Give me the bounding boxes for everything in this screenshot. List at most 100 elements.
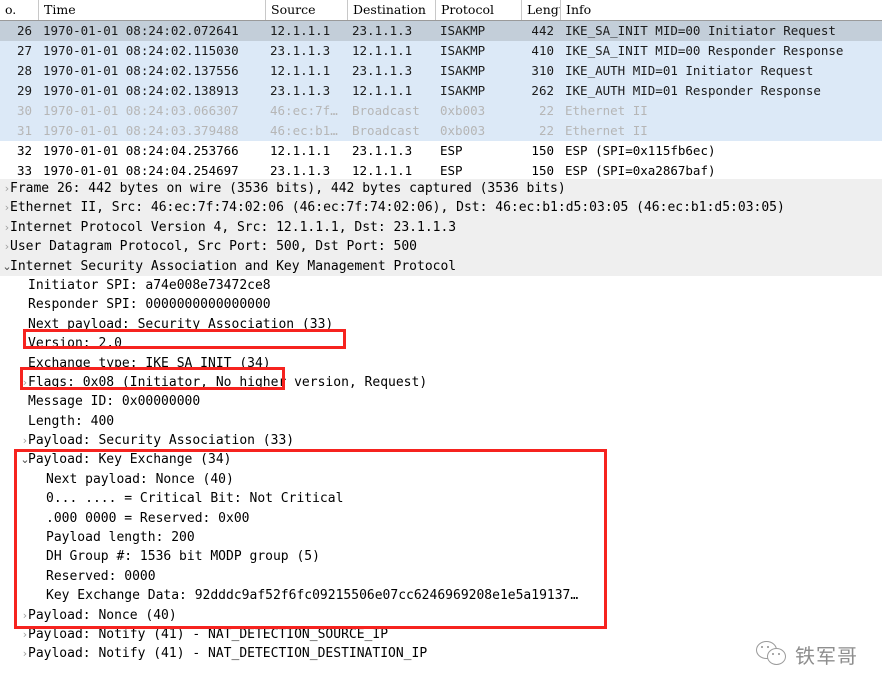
detail-tree-item-label: Message ID: 0x00000000 (28, 394, 201, 410)
table-row[interactable]: 33 1970-01-01 08:24:04.254697 23.1.1.3 12.1… (0, 161, 882, 181)
watermark: 铁军哥 (756, 634, 876, 674)
column-header-info[interactable]: Info (560, 0, 882, 20)
detail-tree-item[interactable]: › Internet Protocol Version 4, Src: 12.1.… (0, 217, 882, 238)
cell-destination: Broadcast (352, 103, 420, 118)
column-header-protocol[interactable]: Protocol (435, 0, 521, 20)
detail-tree-item[interactable]: › Payload: Notify (41) - NAT_DETECTION_DE… (0, 644, 882, 663)
detail-tree-item[interactable]: Key Exchange Data: 92dddc9af52f6fc092155… (0, 586, 882, 605)
cell-length: 442 (531, 23, 554, 38)
detail-tree-item-label: Ethernet II, Src: 46:ec:7f:74:02:06 (46:… (10, 200, 785, 216)
detail-tree-item[interactable]: › Payload: Nonce (40) (0, 606, 882, 625)
cell-no: 26 (16, 23, 32, 38)
detail-tree-item-label: Length: 400 (28, 413, 115, 429)
detail-tree-item[interactable]: Length: 400 (0, 412, 882, 431)
detail-tree-item[interactable]: Exchange type: IKE SA INIT (34) (0, 354, 882, 373)
detail-tree-item-label: .000 0000 = Reserved: 0x00 (46, 510, 250, 526)
cell-time: 1970-01-01 08:24:03.379488 (43, 123, 239, 138)
detail-tree-item[interactable]: ⌄ Internet Security Association and Key M… (0, 256, 882, 276)
detail-tree-item-label: Next payload: Security Association (33) (28, 316, 334, 332)
cell-length: 310 (531, 63, 554, 78)
cell-length: 410 (531, 43, 554, 58)
cell-info: IKE_SA_INIT MID=00 Responder Response (565, 43, 844, 58)
table-row[interactable]: 26 1970-01-01 08:24:02.072641 12.1.1.1 23.1… (0, 21, 882, 41)
cell-info: IKE_SA_INIT MID=00 Initiator Request (565, 23, 836, 38)
detail-tree-item-label: Payload: Notify (41) - NAT_DETECTION_DES… (28, 646, 428, 662)
detail-tree-item[interactable]: › Flags: 0x08 (Initiator, No higher versi… (0, 373, 882, 392)
table-row[interactable]: 29 1970-01-01 08:24:02.138913 23.1.1.3 12.1… (0, 81, 882, 101)
cell-protocol: 0xb003 (440, 123, 486, 138)
cell-destination: 23.1.1.3 (352, 63, 413, 78)
cell-protocol: ISAKMP (440, 23, 486, 38)
cell-no: 32 (16, 143, 32, 158)
detail-tree-item[interactable]: › User Datagram Protocol, Src Port: 500, … (0, 237, 882, 257)
watermark-text: 铁军哥 (795, 643, 858, 668)
cell-no: 27 (16, 43, 32, 58)
detail-tree-item[interactable]: › Payload: Notify (41) - NAT_DETECTION_SO… (0, 625, 882, 644)
detail-tree-item-label: Internet Security Association and Key Ma… (10, 258, 457, 274)
column-header-no[interactable]: o. (0, 0, 38, 20)
detail-tree-item-label: Flags: 0x08 (Initiator, No higher versio… (28, 374, 428, 390)
detail-tree-item-label: Exchange type: IKE SA INIT (34) (28, 355, 271, 371)
cell-protocol: 0xb003 (440, 103, 486, 118)
column-header-length[interactable]: Length (521, 0, 560, 20)
table-row[interactable]: 27 1970-01-01 08:24:02.115030 23.1.1.3 12.1… (0, 41, 882, 61)
detail-tree-item[interactable]: ⌄ Payload: Key Exchange (34) (0, 450, 882, 469)
packet-list-column-headers[interactable]: o.TimeSourceDestinationProtocolLengthInf… (0, 0, 882, 21)
cell-source: 12.1.1.1 (270, 63, 331, 78)
detail-tree-item-label: Version: 2.0 (28, 336, 122, 352)
detail-tree-item-label: Payload: Key Exchange (34) (28, 452, 232, 468)
detail-tree-item[interactable]: Initiator SPI: a74e008e73472ce8 (0, 276, 882, 295)
column-header-destination[interactable]: Destination (347, 0, 435, 20)
table-row[interactable]: 30 1970-01-01 08:24:03.066307 46:ec:7f… Bro… (0, 101, 882, 121)
detail-tree-item[interactable]: › Payload: Security Association (33) (0, 431, 882, 450)
detail-tree-item[interactable]: › Version: 2.0 (0, 334, 882, 353)
detail-tree-item-label: Payload: Nonce (40) (28, 607, 177, 623)
cell-info: Ethernet II (565, 103, 648, 118)
cell-source: 23.1.1.3 (270, 83, 331, 98)
column-header-time[interactable]: Time (38, 0, 265, 20)
detail-tree-item-label: User Datagram Protocol, Src Port: 500, D… (10, 239, 417, 255)
table-row[interactable]: 31 1970-01-01 08:24:03.379488 46:ec:b1… Bro… (0, 121, 882, 141)
cell-no: 33 (16, 163, 32, 178)
cell-no: 28 (16, 63, 32, 78)
detail-tree-item[interactable]: Payload length: 200 (0, 528, 882, 547)
detail-tree-item-label: Responder SPI: 0000000000000000 (28, 297, 271, 313)
packet-list-pane[interactable]: o.TimeSourceDestinationProtocolLengthInf… (0, 0, 882, 181)
packet-detail-pane[interactable]: › Frame 26: 442 bytes on wire (3536 bits)… (0, 179, 882, 692)
cell-source: 46:ec:7f… (270, 103, 338, 118)
cell-info: IKE_AUTH MID=01 Responder Response (565, 83, 821, 98)
column-header-source[interactable]: Source (265, 0, 347, 20)
detail-tree-item[interactable]: Responder SPI: 0000000000000000 (0, 295, 882, 314)
cell-no: 30 (16, 103, 32, 118)
detail-tree-item[interactable]: 0... .... = Critical Bit: Not Critical (0, 489, 882, 508)
cell-protocol: ISAKMP (440, 43, 486, 58)
cell-protocol: ESP (440, 143, 463, 158)
cell-no: 29 (16, 83, 32, 98)
table-row[interactable]: 28 1970-01-01 08:24:02.137556 12.1.1.1 23.1… (0, 61, 882, 81)
cell-destination: 12.1.1.1 (352, 43, 413, 58)
detail-tree-item[interactable]: Next payload: Nonce (40) (0, 470, 882, 489)
detail-tree-item[interactable]: › Frame 26: 442 bytes on wire (3536 bits)… (0, 179, 882, 199)
detail-tree-item[interactable]: Reserved: 0000 (0, 567, 882, 586)
cell-destination: 23.1.1.3 (352, 23, 413, 38)
cell-protocol: ISAKMP (440, 83, 486, 98)
cell-time: 1970-01-01 08:24:02.138913 (43, 83, 239, 98)
detail-tree-item[interactable]: .000 0000 = Reserved: 0x00 (0, 509, 882, 528)
detail-tree-item[interactable]: DH Group #: 1536 bit MODP group (5) (0, 547, 882, 566)
cell-length: 22 (538, 103, 554, 118)
table-row[interactable]: 32 1970-01-01 08:24:04.253766 12.1.1.1 23.1… (0, 141, 882, 161)
detail-tree-item-label: Initiator SPI: a74e008e73472ce8 (28, 277, 271, 293)
detail-tree-item[interactable]: Next payload: Security Association (33) (0, 315, 882, 334)
cell-source: 46:ec:b1… (270, 123, 338, 138)
detail-tree-item-label: Next payload: Nonce (40) (46, 471, 234, 487)
cell-info: Ethernet II (565, 123, 648, 138)
cell-time: 1970-01-01 08:24:04.254697 (43, 163, 239, 178)
cell-info: ESP (SPI=0xa2867baf) (565, 163, 716, 178)
cell-no: 31 (16, 123, 32, 138)
cell-destination: 12.1.1.1 (352, 83, 413, 98)
detail-tree-item-label: Frame 26: 442 bytes on wire (3536 bits),… (10, 181, 566, 196)
cell-length: 262 (531, 83, 554, 98)
detail-tree-item[interactable]: › Ethernet II, Src: 46:ec:7f:74:02:06 (46… (0, 198, 882, 218)
detail-tree-item[interactable]: Message ID: 0x00000000 (0, 392, 882, 411)
cell-info: ESP (SPI=0x115fb6ec) (565, 143, 716, 158)
